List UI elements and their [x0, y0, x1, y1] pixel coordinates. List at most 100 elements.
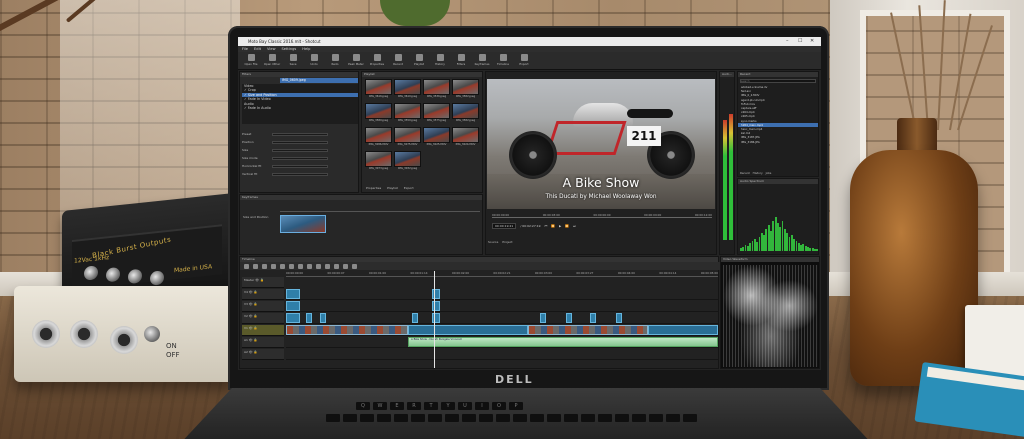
- timeline-clip[interactable]: [286, 313, 300, 323]
- video-preview[interactable]: 211 A Bike Show This Ducati by Michael W…: [487, 79, 715, 209]
- filter-field-input[interactable]: [272, 149, 328, 152]
- toolbar-button-export[interactable]: Export: [515, 54, 533, 67]
- filter-field-input[interactable]: [272, 133, 328, 136]
- toolbar-button-undo[interactable]: Undo: [305, 54, 323, 67]
- overwrite-icon[interactable]: [307, 263, 312, 269]
- keyframe-ruler[interactable]: [280, 208, 480, 212]
- playlist-item[interactable]: IMG_3582.jpeg: [452, 103, 479, 125]
- tab-source[interactable]: Source: [488, 240, 498, 244]
- current-timecode[interactable]: 00:00:19:21: [492, 222, 517, 229]
- lock-icon[interactable]: 🔒: [253, 338, 258, 342]
- timeline-clip[interactable]: [566, 313, 572, 323]
- menu-icon[interactable]: [244, 263, 249, 269]
- playlist-item[interactable]: IMG_3032.jpeg: [394, 151, 421, 173]
- lock-icon[interactable]: 🔒: [253, 302, 258, 306]
- track-header-v1[interactable]: V1 👁 🔒: [242, 325, 284, 336]
- track-header-a1[interactable]: A1 👁 🔒: [242, 337, 284, 348]
- tab-export[interactable]: Export: [404, 186, 414, 190]
- timeline-clip[interactable]: [408, 325, 528, 335]
- playlist-item[interactable]: IMG_3075.MOV: [394, 127, 421, 149]
- timeline-clip[interactable]: [412, 313, 418, 323]
- track-header-v4[interactable]: V4 👁 🔒: [242, 289, 284, 300]
- toolbar-button-keyframes[interactable]: Keyframes: [473, 54, 491, 67]
- filter-field-input[interactable]: [272, 157, 328, 160]
- filter-field-input[interactable]: [272, 141, 328, 144]
- lock-icon[interactable]: 🔒: [253, 350, 258, 354]
- timeline-clip[interactable]: [528, 325, 648, 335]
- close-button[interactable]: ✕: [810, 38, 814, 44]
- timeline-clip[interactable]: [540, 313, 546, 323]
- rewind-icon[interactable]: ⏪: [551, 224, 555, 228]
- lock-icon[interactable]: 🔒: [253, 326, 258, 330]
- playlist-item[interactable]: IMG_3550.jpeg: [394, 103, 421, 125]
- recent-search-input[interactable]: search: [740, 79, 816, 83]
- playlist-item[interactable]: IMG_3580.jpeg: [365, 103, 392, 125]
- add-icon[interactable]: [280, 263, 285, 269]
- toolbar-button-save[interactable]: Save: [284, 54, 302, 67]
- tab-properties[interactable]: Properties: [366, 186, 381, 190]
- toolbar-button-filters[interactable]: Filters: [452, 54, 470, 67]
- minimize-button[interactable]: –: [786, 38, 789, 44]
- split-icon[interactable]: [316, 263, 321, 269]
- keyframe-clip[interactable]: [280, 215, 326, 233]
- playlist-item[interactable]: IMG_3073.jpeg: [365, 151, 392, 173]
- remove-icon[interactable]: [289, 263, 294, 269]
- tab-project[interactable]: Project: [502, 240, 512, 244]
- playlist-item[interactable]: IMG_3086.MOV: [365, 127, 392, 149]
- timeline-clip[interactable]: [616, 313, 622, 323]
- toolbar-button-properties[interactable]: Properties: [368, 54, 386, 67]
- playlist-item[interactable]: IMG_3582.jpeg: [452, 79, 479, 101]
- paste-icon[interactable]: [271, 263, 276, 269]
- recent-item[interactable]: IMG_3186.JPG: [738, 140, 818, 144]
- track-header-master[interactable]: Master 👁 🔒: [242, 277, 284, 288]
- filter-field-input[interactable]: [272, 165, 328, 168]
- tab-recent[interactable]: Recent: [740, 171, 750, 175]
- fast-forward-icon[interactable]: ⏩: [565, 224, 569, 228]
- toolbar-button-timeline[interactable]: Timeline: [494, 54, 512, 67]
- track-header-a2[interactable]: A2 👁 🔒: [242, 349, 284, 360]
- toolbar-button-playlist[interactable]: Playlist: [410, 54, 428, 67]
- playlist-item[interactable]: IMG_3536.jpeg: [423, 79, 450, 101]
- zoom-out-icon[interactable]: [343, 263, 348, 269]
- skip-forward-icon[interactable]: ⏭: [573, 224, 576, 228]
- timeline-clip[interactable]: [286, 289, 300, 299]
- tab-history[interactable]: History: [753, 171, 763, 175]
- copy-icon[interactable]: [262, 263, 267, 269]
- skip-back-icon[interactable]: ⏮: [545, 224, 548, 228]
- toolbar-button-recent[interactable]: Recent: [389, 54, 407, 67]
- toolbar-button-history[interactable]: History: [431, 54, 449, 67]
- timeline-clip[interactable]: [286, 325, 408, 335]
- play-icon[interactable]: ▶: [559, 224, 561, 228]
- toolbar-button-redo[interactable]: Redo: [326, 54, 344, 67]
- filter-field-input[interactable]: [272, 173, 328, 176]
- maximize-button[interactable]: ☐: [798, 38, 802, 44]
- playlist-item[interactable]: IMG_3024.MOV: [452, 127, 479, 149]
- tab-playlist[interactable]: Playlist: [387, 186, 398, 190]
- ripple-icon[interactable]: [334, 263, 339, 269]
- snap-icon[interactable]: [325, 263, 330, 269]
- timeline-clip[interactable]: [590, 313, 596, 323]
- audio-clip[interactable]: A Bike Show - Ducati Panigale Vroooom: [408, 337, 718, 347]
- timeline-clip[interactable]: [286, 301, 300, 311]
- playlist-item[interactable]: IMG_3610.jpeg: [394, 79, 421, 101]
- lift-icon[interactable]: [298, 263, 303, 269]
- playlist-item[interactable]: IMG_3575.jpeg: [423, 103, 450, 125]
- toolbar-button-open-file[interactable]: Open File: [242, 54, 260, 67]
- cut-icon[interactable]: [253, 263, 258, 269]
- tab-jobs[interactable]: Jobs: [766, 171, 772, 175]
- viewer-ruler[interactable]: 00:00:00:00 00:00:03:00 00:00:06:00 00:00:0…: [492, 213, 712, 218]
- lock-icon[interactable]: 🔒: [253, 290, 258, 294]
- track-header-v3[interactable]: V3 👁 🔒: [242, 301, 284, 312]
- lock-icon[interactable]: 🔒: [253, 314, 258, 318]
- playlist-item[interactable]: IMG_3025.MOV: [423, 127, 450, 149]
- toolbar-button-open-other[interactable]: Open Other: [263, 54, 281, 67]
- timeline-clip[interactable]: [648, 325, 718, 335]
- playlist-item[interactable]: IMG_3616.jpeg: [365, 79, 392, 101]
- timeline-clip[interactable]: [306, 313, 312, 323]
- zoom-in-icon[interactable]: [352, 263, 357, 269]
- filter-item[interactable]: ✓ Fade In Audio: [242, 106, 358, 110]
- lock-icon[interactable]: 🔒: [259, 278, 264, 282]
- toolbar-button-peak-meter[interactable]: Peak Meter: [347, 54, 365, 67]
- playhead[interactable]: [434, 271, 435, 368]
- timeline-clip[interactable]: [320, 313, 326, 323]
